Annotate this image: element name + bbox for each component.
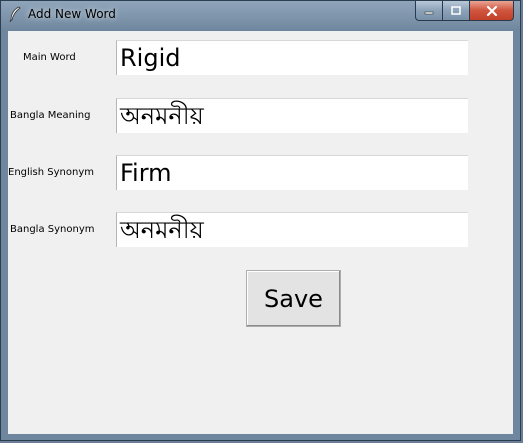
minimize-button[interactable] bbox=[415, 1, 442, 21]
english-synonym-label: English Synonym bbox=[8, 167, 95, 178]
english-synonym-input[interactable]: Firm bbox=[116, 155, 468, 190]
save-button[interactable]: Save bbox=[246, 270, 341, 327]
bangla-meaning-input[interactable]: অনমনীয় bbox=[116, 98, 468, 133]
main-word-input[interactable]: Rigid bbox=[116, 40, 468, 75]
bangla-synonym-input[interactable]: অনমনীয় bbox=[116, 212, 468, 247]
window-title: Add New Word bbox=[28, 7, 116, 21]
bangla-meaning-label: Bangla Meaning bbox=[10, 110, 91, 121]
add-new-word-window: Add New Word Main Word Rigid Bangla Mean… bbox=[0, 0, 521, 441]
minimize-icon bbox=[424, 11, 434, 14]
main-word-label: Main Word bbox=[23, 52, 76, 63]
maximize-icon bbox=[451, 5, 461, 15]
close-button[interactable] bbox=[469, 1, 514, 21]
maximize-button[interactable] bbox=[442, 1, 469, 21]
bangla-synonym-label: Bangla Synonym bbox=[10, 224, 95, 235]
close-icon bbox=[486, 5, 497, 16]
title-bar[interactable]: Add New Word bbox=[1, 1, 520, 31]
feather-icon bbox=[9, 6, 21, 22]
form-area: Main Word Rigid Bangla Meaning অনমনীয় E… bbox=[8, 31, 513, 434]
caption-buttons bbox=[415, 1, 514, 21]
